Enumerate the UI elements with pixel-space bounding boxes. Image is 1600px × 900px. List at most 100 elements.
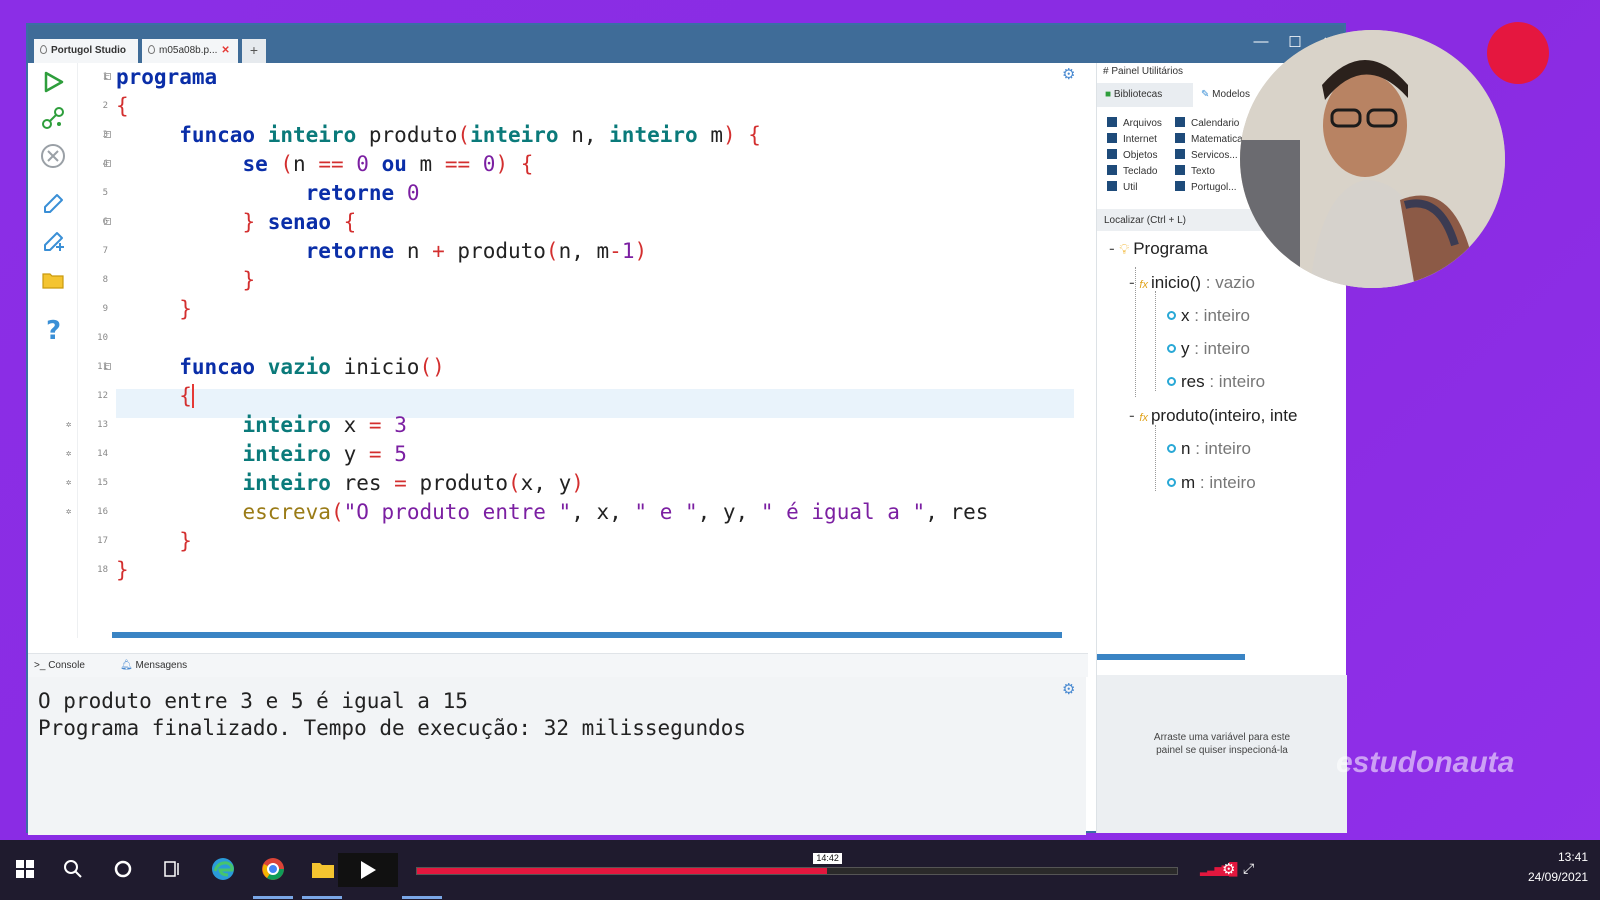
video-progress-fill (417, 868, 828, 874)
console-settings-gear-icon[interactable]: ⚙ (1062, 680, 1075, 698)
code-line: } (116, 558, 129, 582)
code-line: } senao { (242, 210, 357, 234)
edit-button[interactable] (38, 189, 68, 219)
file-explorer-icon[interactable] (306, 852, 340, 886)
edit-alt-button[interactable] (38, 227, 68, 257)
tree-type: : inteiro (1195, 439, 1251, 458)
library-teclado[interactable]: Teclado (1107, 165, 1157, 177)
tree-function-inicio[interactable]: - fx inicio() : vazio (1129, 273, 1255, 293)
bottom-tabs: >_ Console 🔔︎ Mensagens (28, 653, 1088, 677)
stop-button[interactable] (38, 141, 68, 171)
editor-settings-gear-icon[interactable]: ⚙ (1062, 65, 1075, 83)
fullscreen-icon[interactable]: ⤢ (1243, 860, 1254, 877)
tree-var-res[interactable]: res : inteiro (1167, 372, 1265, 392)
player-settings-gear-icon[interactable]: ⚙ (1222, 860, 1235, 878)
tree-var-y[interactable]: y : inteiro (1167, 339, 1250, 359)
panel-horizontal-scrollbar[interactable] (1097, 654, 1245, 660)
tree-var-m[interactable]: m : inteiro (1167, 473, 1256, 493)
variable-icon (1167, 478, 1176, 487)
library-util[interactable]: Util (1107, 181, 1137, 193)
play-button[interactable] (338, 853, 398, 887)
text-caret (191, 384, 194, 408)
tree-var-n[interactable]: n : inteiro (1167, 439, 1251, 459)
inspector-hint: Arraste uma variável para este (1153, 732, 1291, 743)
code-line: inteiro y = 5 (242, 442, 407, 466)
close-tab-icon[interactable]: ✕ (221, 45, 229, 56)
code-line: funcao inteiro produto(inteiro n, inteir… (179, 123, 761, 147)
line-number: 10 (97, 333, 108, 343)
code-editor[interactable]: programa { funcao inteiro produto(inteir… (116, 63, 1076, 638)
cortana-icon[interactable] (106, 852, 140, 886)
windows-start-icon[interactable] (8, 852, 42, 886)
new-tab-button[interactable]: + (242, 39, 266, 63)
library-portugol[interactable]: Portugol... (1175, 181, 1237, 193)
chrome-icon[interactable] (256, 852, 290, 886)
library-matematica[interactable]: Matematica (1175, 133, 1243, 145)
tree-type: : inteiro (1209, 372, 1266, 391)
breakpoint-bug-icon[interactable]: ✲ (66, 469, 86, 498)
video-progress-bar[interactable]: 14:42 (416, 853, 1178, 875)
debug-button[interactable] (38, 103, 68, 133)
breakpoint-bug-icon[interactable]: ✲ (66, 498, 86, 527)
tree-guide (1155, 291, 1156, 391)
tree-label: m (1181, 473, 1196, 492)
title-bar: Portugol Studio m05a08b.p...✕ + — ☐ ✕ (28, 25, 1344, 63)
line-number: 2 (102, 101, 108, 111)
code-line: retorne n + produto(n, m-1) (305, 239, 648, 263)
fold-toggle-icon[interactable]: − (104, 218, 111, 225)
bulb-icon: 💡︎ (1119, 241, 1130, 257)
tab-label: Mensagens (135, 660, 188, 671)
brand-watermark: estudonauta (1336, 746, 1515, 779)
tab-portugol-studio[interactable]: Portugol Studio (34, 39, 138, 63)
bell-icon: 🔔︎ (120, 660, 133, 671)
fold-toggle-icon[interactable]: − (104, 131, 111, 138)
fold-toggle-icon[interactable]: − (104, 363, 111, 370)
line-number: 17 (97, 536, 108, 546)
fold-toggle-icon[interactable]: − (104, 160, 111, 167)
tab-bibliotecas[interactable]: ■ Bibliotecas (1097, 83, 1193, 107)
tree-type: : inteiro (1194, 306, 1250, 325)
library-internet[interactable]: Internet (1107, 133, 1157, 145)
tab-console[interactable]: >_ Console (34, 660, 85, 671)
library-calendario[interactable]: Calendario (1175, 117, 1239, 129)
inspector-hint: painel se quiser inspecioná-la (1156, 745, 1288, 756)
tree-type: : vazio (1205, 273, 1255, 292)
code-line: inteiro x = 3 (242, 413, 407, 437)
code-line: } (242, 268, 256, 292)
tree-var-x[interactable]: x : inteiro (1167, 306, 1250, 326)
editor-horizontal-scrollbar[interactable] (112, 632, 1062, 638)
tree-type: : inteiro (1194, 339, 1250, 358)
minimize-button[interactable]: — (1250, 33, 1272, 50)
panel-title: # Painel Utilitários (1103, 66, 1184, 77)
tab-mensagens[interactable]: 🔔︎ Mensagens (120, 660, 187, 671)
library-arquivos[interactable]: Arquivos (1107, 117, 1162, 129)
play-icon (361, 861, 376, 879)
library-texto[interactable]: Texto (1175, 165, 1215, 177)
breakpoint-bug-icon[interactable]: ✲ (66, 411, 86, 440)
open-folder-button[interactable] (38, 265, 68, 295)
library-label: Teclado (1123, 166, 1158, 177)
tree-label: n (1181, 439, 1191, 458)
task-view-icon[interactable] (155, 852, 189, 886)
console-line: Programa finalizado. Tempo de execução: … (38, 716, 747, 740)
library-label: Arquivos (1123, 118, 1162, 129)
tree-label: x (1181, 306, 1190, 325)
breakpoint-bug-icon[interactable]: ✲ (66, 440, 86, 469)
code-line: } (179, 297, 192, 321)
edge-icon[interactable] (206, 852, 240, 886)
tree-root[interactable]: - 💡︎ Programa (1109, 239, 1208, 259)
tab-label: Bibliotecas (1113, 89, 1163, 100)
tab-file[interactable]: m05a08b.p... ✕ (142, 39, 238, 63)
variable-inspector[interactable]: Arraste uma variável para este painel se… (1097, 675, 1347, 833)
bulb-icon (148, 45, 155, 54)
help-button[interactable]: ? (38, 313, 68, 343)
bulb-icon (40, 45, 47, 54)
search-icon[interactable] (56, 852, 90, 886)
code-line: } (179, 529, 192, 553)
run-button[interactable] (38, 67, 68, 97)
line-number: 8 (102, 275, 108, 285)
fold-toggle-icon[interactable]: − (104, 73, 111, 80)
library-servicos[interactable]: Servicos... (1175, 149, 1238, 161)
library-objetos[interactable]: Objetos (1107, 149, 1157, 161)
tree-function-produto[interactable]: - fx produto(inteiro, inte (1129, 406, 1297, 426)
